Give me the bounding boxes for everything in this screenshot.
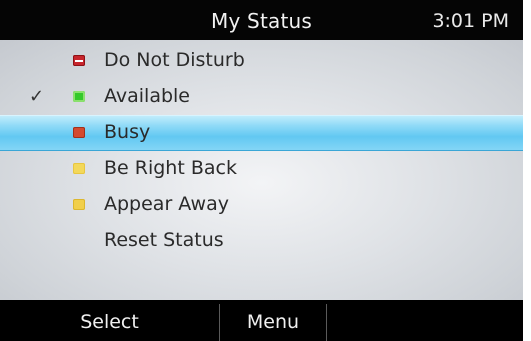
status-label: Do Not Disturb xyxy=(104,49,245,71)
phone-screen: My Status 3:01 PM Do Not Disturb ✓ Avail… xyxy=(0,0,523,341)
status-item-be-right-back[interactable]: Be Right Back xyxy=(0,151,523,187)
status-item-reset-status[interactable]: Reset Status xyxy=(0,223,523,259)
status-list: Do Not Disturb ✓ Available Busy Be Right… xyxy=(0,43,523,259)
status-item-appear-away[interactable]: Appear Away xyxy=(0,187,523,223)
select-softkey[interactable]: Select xyxy=(0,300,219,341)
appear-away-icon xyxy=(73,199,85,210)
status-label: Be Right Back xyxy=(104,157,237,179)
do-not-disturb-icon xyxy=(73,55,85,66)
status-item-busy[interactable]: Busy xyxy=(0,115,523,151)
status-label: Available xyxy=(104,85,191,107)
checkmark-icon: ✓ xyxy=(29,86,45,107)
softkey-bar: Select Menu xyxy=(0,300,523,341)
status-label: Appear Away xyxy=(104,193,229,215)
menu-softkey[interactable]: Menu xyxy=(220,300,326,341)
clock: 3:01 PM xyxy=(432,10,509,32)
softkey-divider xyxy=(326,304,327,341)
busy-icon xyxy=(73,127,85,138)
status-label: Busy xyxy=(104,121,151,143)
status-item-do-not-disturb[interactable]: Do Not Disturb xyxy=(0,43,523,79)
available-icon xyxy=(73,91,85,102)
status-label: Reset Status xyxy=(104,229,224,251)
title-bar: My Status 3:01 PM xyxy=(0,0,523,40)
status-item-available[interactable]: ✓ Available xyxy=(0,79,523,115)
be-right-back-icon xyxy=(73,163,85,174)
status-menu: Do Not Disturb ✓ Available Busy Be Right… xyxy=(0,40,523,300)
